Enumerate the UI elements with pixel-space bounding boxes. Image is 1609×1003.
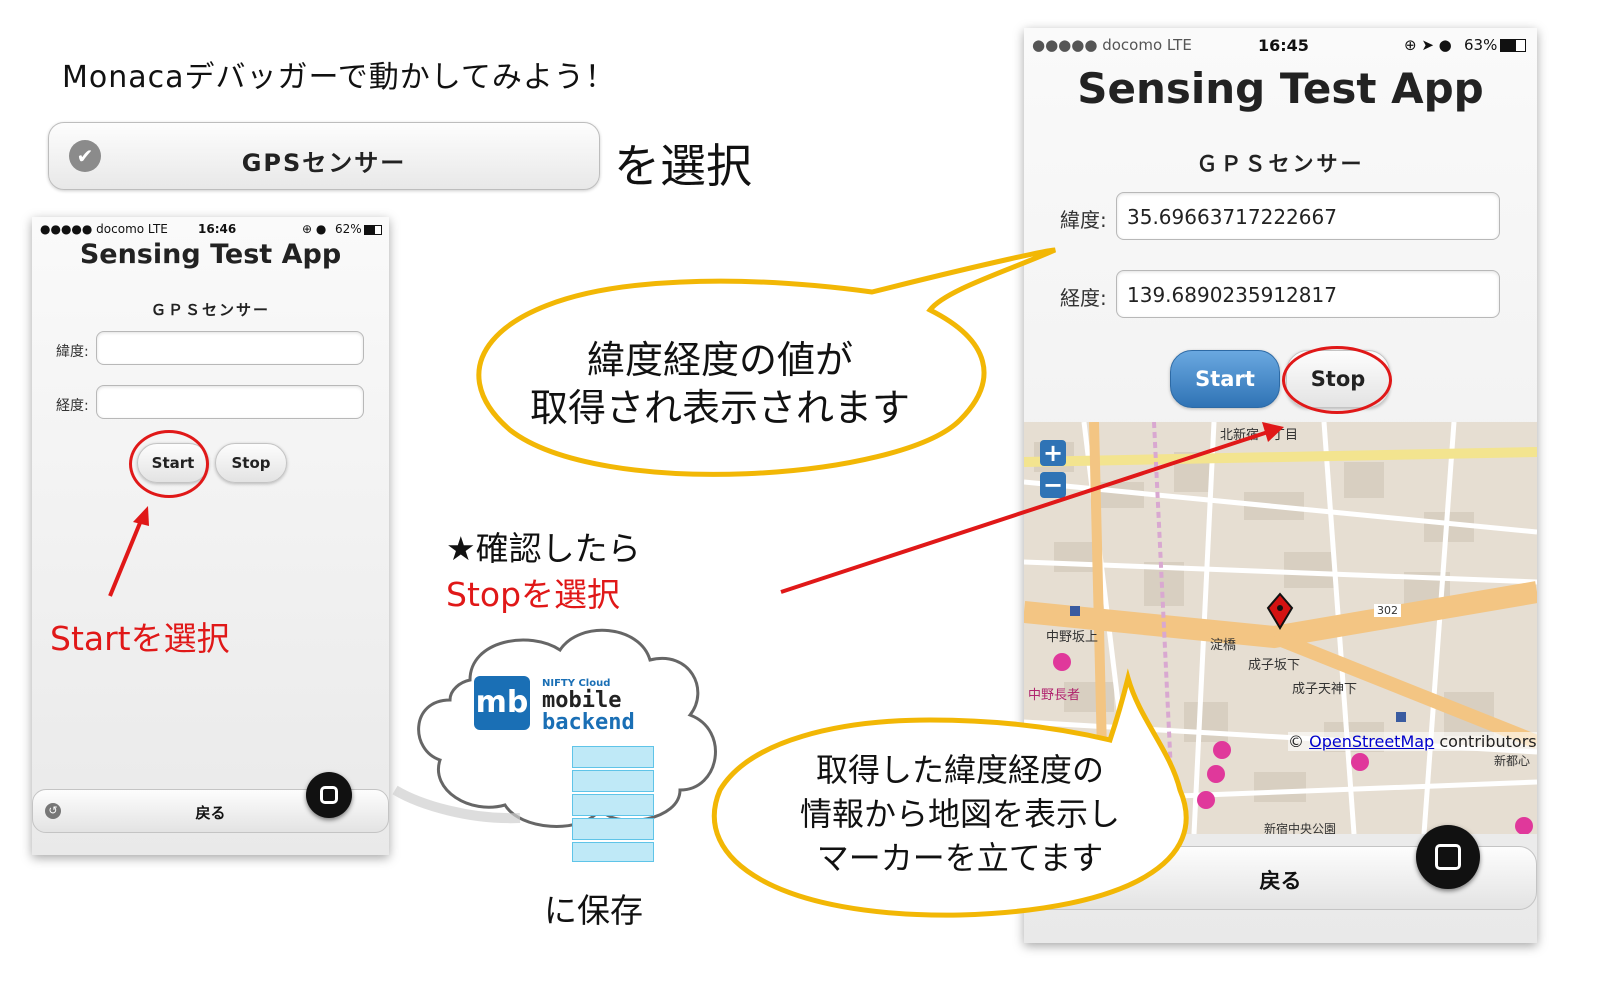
save-annotation: に保存 <box>544 891 643 930</box>
server-database-icon <box>572 746 654 862</box>
start-arrowhead <box>133 506 149 526</box>
bubble-top-text: 緯度経度の値が 取得され表示されます <box>500 336 940 432</box>
bubble-bottom-text: 取得した緯度経度の 情報から地図を表示し マーカーを立てます <box>740 748 1180 880</box>
bubble-bottom-line1: 取得した緯度経度の <box>815 751 1104 789</box>
bubble-top-line1: 緯度経度の値が <box>586 338 853 382</box>
bubble-bottom-line3: マーカーを立てます <box>816 839 1104 877</box>
brand-line2: backend <box>542 710 635 735</box>
marker-arrowhead <box>1262 422 1284 442</box>
mobile-backend-logo: mb <box>474 676 530 730</box>
stop-select-annotation: Stopを選択 <box>446 575 621 614</box>
bubble-bottom-line2: 情報から地図を表示し <box>799 795 1120 833</box>
start-arrow <box>108 517 144 597</box>
bubble-top-line2: 取得され表示されます <box>529 386 910 430</box>
confirm-annotation: ★確認したら <box>446 529 641 568</box>
start-select-annotation: Startを選択 <box>50 619 230 658</box>
